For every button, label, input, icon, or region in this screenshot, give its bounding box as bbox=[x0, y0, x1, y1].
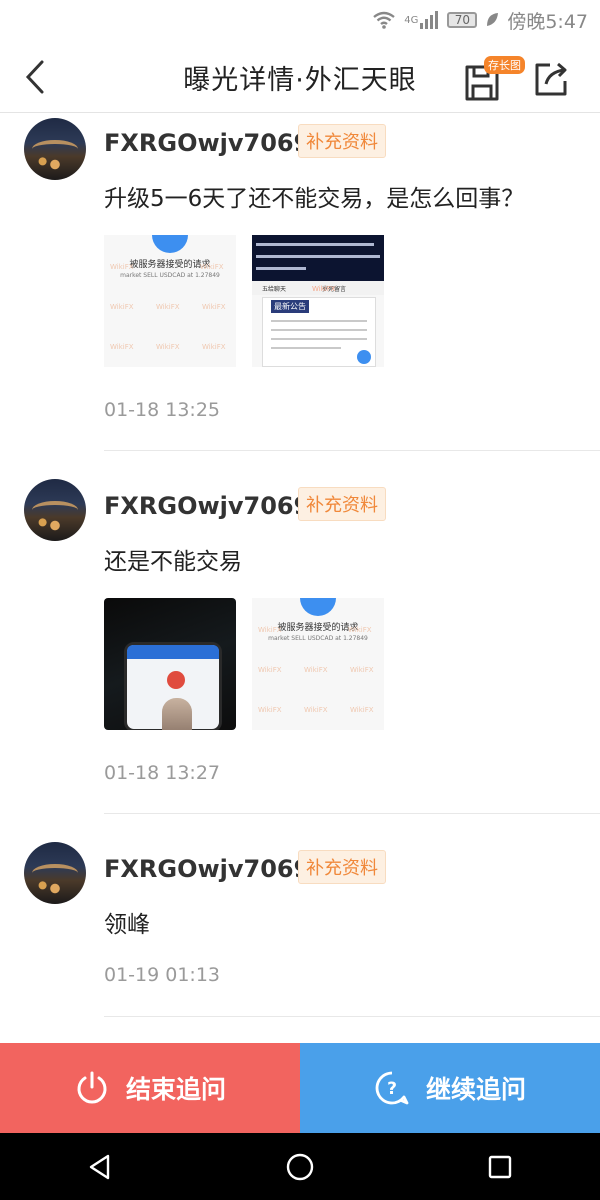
action-bar: 结束追问 ? 继续追问 bbox=[0, 1043, 600, 1133]
header: 曝光详情·外汇天眼 存长图 bbox=[0, 40, 600, 113]
watermark: WikiFX bbox=[202, 303, 226, 311]
end-inquiry-button[interactable]: 结束追问 bbox=[0, 1043, 300, 1133]
wifi-icon bbox=[372, 11, 396, 29]
watermark: WikiFX bbox=[110, 263, 134, 271]
question-bubble-icon: ? bbox=[374, 1070, 410, 1106]
watermark: WikiFX bbox=[202, 343, 226, 351]
leaf-icon bbox=[485, 12, 499, 28]
battery-icon: 70 bbox=[447, 12, 478, 28]
post: FXRGOwjv7069 补充资料 升级5一6天了还不能交易，是怎么回事？ 被服… bbox=[0, 113, 600, 453]
circle-home-icon bbox=[286, 1153, 314, 1180]
status-bar: 4G 70 傍晚5:47 bbox=[0, 0, 600, 40]
divider bbox=[104, 813, 600, 814]
text-line bbox=[256, 255, 380, 258]
square-recents-icon bbox=[488, 1155, 512, 1178]
svg-text:?: ? bbox=[387, 1079, 397, 1099]
divider bbox=[104, 1016, 600, 1017]
post: FXRGOwjv7069 补充资料 还是不能交易 被服务器接受的请求 marke… bbox=[0, 476, 600, 816]
watermark: WikiFX bbox=[156, 303, 180, 311]
image-subcaption: market SELL USDCAD at 1.27849 bbox=[120, 272, 220, 279]
text-line bbox=[256, 243, 374, 246]
attachment-image[interactable]: 五给聊天 岁死留言 最新公告 WikiFX bbox=[252, 235, 384, 367]
post-content: 还是不能交易 bbox=[104, 549, 242, 575]
share-icon bbox=[535, 62, 567, 96]
finger bbox=[162, 698, 192, 730]
watermark: WikiFX bbox=[350, 666, 374, 674]
text-line bbox=[271, 347, 341, 349]
avatar[interactable] bbox=[24, 479, 86, 541]
attachment-image[interactable]: 被服务器接受的请求 market SELL USDCAD at 1.27849 … bbox=[104, 235, 236, 367]
notice-card: 最新公告 bbox=[262, 297, 376, 367]
post-content: 升级5一6天了还不能交易，是怎么回事？ bbox=[104, 186, 525, 212]
supplement-badge[interactable]: 补充资料 bbox=[298, 124, 386, 158]
text-line bbox=[271, 320, 367, 322]
avatar[interactable] bbox=[24, 118, 86, 180]
watermark: WikiFX bbox=[110, 303, 134, 311]
post-content: 领峰 bbox=[104, 912, 150, 938]
supplement-badge[interactable]: 补充资料 bbox=[298, 487, 386, 521]
logo-icon bbox=[300, 598, 336, 616]
end-inquiry-label: 结束追问 bbox=[125, 1075, 226, 1104]
watermark: WikiFX bbox=[200, 263, 224, 271]
nav-recents-button[interactable] bbox=[470, 1137, 530, 1197]
post-time: 01-19 01:13 bbox=[104, 964, 221, 986]
navigation-bar bbox=[0, 1133, 600, 1200]
watermark: WikiFX bbox=[258, 626, 282, 634]
attachment-image[interactable] bbox=[104, 598, 236, 730]
logo-icon bbox=[152, 235, 188, 253]
divider bbox=[104, 450, 600, 451]
text-line bbox=[271, 338, 367, 340]
nav-back-button[interactable] bbox=[70, 1137, 130, 1197]
text-line bbox=[271, 329, 367, 331]
watermark: WikiFX bbox=[156, 343, 180, 351]
save-badge: 存长图 bbox=[484, 56, 525, 74]
chat-bubble-icon bbox=[357, 350, 371, 364]
nav-home-button[interactable] bbox=[270, 1137, 330, 1197]
network-type: 4G bbox=[404, 14, 419, 26]
watermark: WikiFX bbox=[258, 666, 282, 674]
watermark: WikiFX bbox=[348, 626, 372, 634]
app-icon bbox=[167, 671, 185, 689]
text-line bbox=[256, 267, 306, 270]
avatar[interactable] bbox=[24, 842, 86, 904]
post-time: 01-18 13:25 bbox=[104, 399, 221, 421]
watermark: WikiFX bbox=[304, 666, 328, 674]
attachment-image[interactable]: 被服务器接受的请求 market SELL USDCAD at 1.27849 … bbox=[252, 598, 384, 730]
username[interactable]: FXRGOwjv7069 bbox=[104, 129, 310, 157]
save-long-image-button[interactable]: 存长图 bbox=[462, 56, 525, 101]
tab-label: 五给聊天 bbox=[262, 286, 287, 293]
triangle-back-icon bbox=[89, 1154, 110, 1179]
notice-title: 最新公告 bbox=[271, 300, 309, 313]
watermark: WikiFX bbox=[258, 706, 282, 714]
post: FXRGOwjv7069 补充资料 领峰 01-19 01:13 bbox=[0, 839, 600, 1019]
continue-inquiry-label: 继续追问 bbox=[425, 1075, 526, 1104]
app-bar bbox=[127, 645, 219, 659]
power-icon bbox=[74, 1070, 110, 1106]
username[interactable]: FXRGOwjv7069 bbox=[104, 855, 310, 883]
clock: 傍晚5:47 bbox=[507, 10, 588, 33]
share-button[interactable] bbox=[532, 60, 570, 98]
post-time: 01-18 13:27 bbox=[104, 762, 221, 784]
watermark: WikiFX bbox=[350, 706, 374, 714]
supplement-badge[interactable]: 补充资料 bbox=[298, 850, 386, 884]
watermark: WikiFX bbox=[110, 343, 134, 351]
watermark: WikiFX bbox=[304, 706, 328, 714]
watermark: WikiFX bbox=[312, 285, 336, 293]
username[interactable]: FXRGOwjv7069 bbox=[104, 492, 310, 520]
signal-icon: 4G bbox=[404, 11, 439, 29]
image-subcaption: market SELL USDCAD at 1.27849 bbox=[268, 635, 368, 642]
continue-inquiry-button[interactable]: ? 继续追问 bbox=[300, 1043, 600, 1133]
screenshot-header bbox=[252, 235, 384, 281]
